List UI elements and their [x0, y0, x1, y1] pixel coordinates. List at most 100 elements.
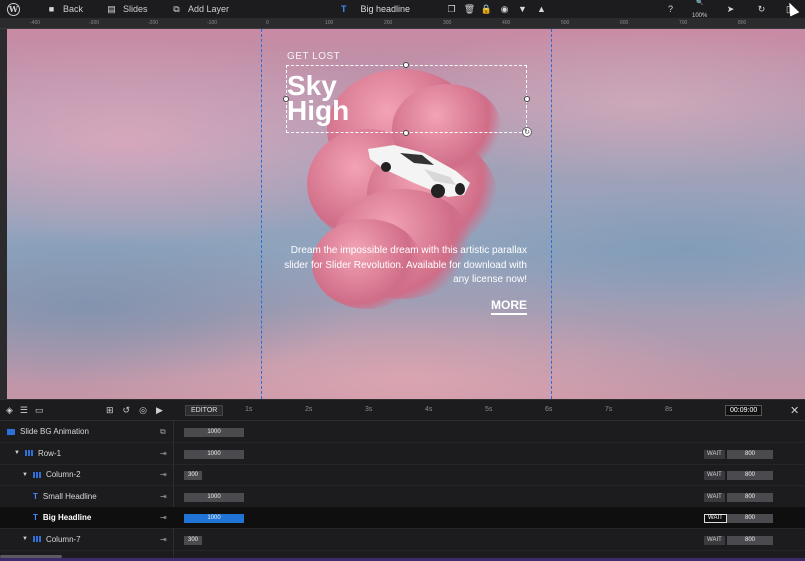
- wordpress-logo[interactable]: W: [7, 0, 20, 18]
- animation-bar[interactable]: 1000: [184, 449, 244, 459]
- text-layer-icon: T: [33, 491, 38, 501]
- resize-handle-left[interactable]: [283, 96, 289, 102]
- jump-to-end-icon[interactable]: ⇥: [160, 513, 167, 522]
- timeline-tick: 7s: [605, 406, 613, 413]
- resize-handle-right[interactable]: [524, 96, 530, 102]
- small-headline[interactable]: GET LOST: [287, 51, 340, 62]
- timeline-tick: 5s: [485, 406, 493, 413]
- slides-label: Slides: [123, 4, 148, 14]
- list-icon[interactable]: ☰: [20, 405, 28, 416]
- ruler-tick: 400: [502, 20, 511, 26]
- resize-handle-bottom[interactable]: [403, 130, 409, 136]
- animation-bar[interactable]: 300: [184, 471, 202, 480]
- animation-bar[interactable]: 1000: [184, 428, 244, 437]
- close-icon[interactable]: ✕: [790, 404, 799, 417]
- wait-badge[interactable]: WAIT: [704, 535, 725, 545]
- timeline-row[interactable]: ▼ Column-2 ⇥ 300 WAIT 800: [0, 464, 805, 486]
- caret-down-icon[interactable]: ▼: [14, 450, 20, 456]
- wait-badge[interactable]: WAIT: [704, 449, 725, 459]
- end-animation-bar[interactable]: 800: [727, 514, 773, 523]
- layer-settings-icon[interactable]: ⧉: [160, 427, 166, 437]
- selected-layer-name[interactable]: T Big headline: [341, 0, 410, 18]
- animation-bar[interactable]: 1000: [184, 514, 244, 523]
- ruler-tick: 300: [443, 20, 452, 26]
- help-button[interactable]: ?: [665, 0, 676, 18]
- duplicate-icon: ❐: [447, 3, 456, 14]
- timeline-row-label[interactable]: Slide BG Animation: [7, 427, 89, 436]
- timeline-tick: 1s: [245, 406, 253, 413]
- end-animation-bar[interactable]: 800: [727, 535, 773, 545]
- jump-to-end-icon[interactable]: ⇥: [160, 535, 167, 544]
- caret-down-icon[interactable]: ▼: [22, 472, 28, 478]
- wait-badge[interactable]: WAIT: [704, 492, 725, 502]
- cursor-icon: ➤: [726, 3, 735, 14]
- timeline-row-label[interactable]: ▼ Column-7: [22, 535, 81, 544]
- more-link[interactable]: MORE: [491, 298, 527, 315]
- wait-badge[interactable]: WAIT: [704, 514, 727, 523]
- ruler-tick: 800: [738, 20, 747, 26]
- target-icon[interactable]: ◎: [139, 405, 147, 416]
- add-layer-button[interactable]: ⧉ Add Layer: [171, 0, 229, 18]
- play-icon[interactable]: ▶: [156, 405, 163, 416]
- current-time-display[interactable]: 00:09:00: [725, 405, 763, 416]
- car-image: [368, 145, 470, 198]
- timeline-row-label[interactable]: ▼ Column-2: [22, 470, 81, 479]
- end-animation-bar[interactable]: 800: [727, 492, 773, 502]
- timeline-tick: 6s: [545, 406, 553, 413]
- text-layer-icon: T: [33, 513, 38, 522]
- pointer-tool-button[interactable]: ➤: [725, 0, 736, 18]
- move-down-button[interactable]: ▼: [517, 0, 528, 18]
- add-layer-label: Add Layer: [188, 4, 230, 14]
- editor-button[interactable]: EDITOR: [185, 405, 224, 416]
- jump-to-end-icon[interactable]: ⇥: [160, 492, 167, 501]
- timeline-row[interactable]: ▼ Row-1 ⇥ 1000 WAIT 800: [0, 443, 805, 465]
- animation-bar[interactable]: 1000: [184, 492, 244, 502]
- ruler-tick: 0: [266, 20, 269, 26]
- folder-icon[interactable]: ▭: [35, 405, 44, 416]
- chevron-up-icon: ▲: [537, 4, 546, 14]
- timeline-row[interactable]: T Small Headline ⇥ 1000 WAIT 800: [0, 486, 805, 508]
- jump-to-end-icon[interactable]: ⇥: [160, 470, 167, 479]
- undo-button[interactable]: ↻: [756, 0, 767, 18]
- delete-button[interactable]: 🗑: [464, 0, 475, 18]
- animation-bar[interactable]: 300: [184, 535, 202, 545]
- left-grid-guide: [261, 29, 262, 399]
- timeline-row[interactable]: Slide BG Animation ⧉ 1000: [0, 421, 805, 443]
- back-button[interactable]: ■ Back: [46, 0, 83, 18]
- layer-name: Big Headline: [42, 513, 92, 522]
- end-animation-bar[interactable]: 800: [727, 471, 773, 480]
- move-up-button[interactable]: ▲: [536, 0, 547, 18]
- caret-down-icon[interactable]: ▼: [22, 536, 28, 542]
- timeline-row-label[interactable]: T Big Headline: [33, 513, 91, 522]
- visibility-button[interactable]: ◉: [499, 0, 510, 18]
- zoom-control[interactable]: 🔍 100%: [692, 0, 707, 19]
- slider-editor-app: W ■ Back ▤ Slides ⧉ Add Layer T Big head…: [0, 0, 805, 561]
- end-animation-bar[interactable]: 800: [727, 449, 773, 459]
- selection-box[interactable]: [286, 65, 527, 133]
- timeline-row[interactable]: T Big Headline ⇥ 1000 WAIT 800: [0, 507, 805, 529]
- horizontal-ruler: -400 -300 -200 -100 0 100 200 300 400 500 600 700 80…: [0, 18, 805, 29]
- right-grid-guide: [551, 29, 552, 399]
- jump-to-end-icon[interactable]: ⇥: [160, 449, 167, 458]
- rotate-handle-icon[interactable]: ↻: [522, 127, 532, 137]
- lock-button[interactable]: 🔒: [481, 0, 492, 18]
- layer-name: Small Headline: [42, 491, 97, 501]
- slide-description[interactable]: Dream the impossible dream with this art…: [277, 244, 527, 288]
- timeline-row[interactable]: ▼ Column-7 ⇥ 300 WAIT 800: [0, 529, 805, 551]
- eye-icon: ◉: [500, 3, 509, 14]
- back-label: Back: [63, 4, 84, 14]
- duplicate-button[interactable]: ❐: [446, 0, 457, 18]
- layers-icon[interactable]: ◈: [6, 405, 13, 416]
- top-toolbar: W ■ Back ▤ Slides ⧉ Add Layer T Big head…: [0, 0, 805, 19]
- loop-icon[interactable]: ↺: [123, 405, 131, 416]
- slide-canvas[interactable]: GET LOST Sky High ↻ Dream the impossible…: [7, 29, 805, 399]
- ruler-tick: -300: [89, 20, 100, 26]
- slides-button[interactable]: ▤ Slides: [106, 0, 148, 18]
- resize-handle-top[interactable]: [403, 62, 409, 68]
- wait-badge[interactable]: WAIT: [704, 471, 725, 480]
- slide-bg-icon: [7, 428, 15, 435]
- timeline-row-label[interactable]: T Small Headline: [33, 492, 97, 501]
- timeline-row-label[interactable]: ▼ Row-1: [14, 449, 61, 458]
- ruler-tick: 100: [325, 20, 334, 26]
- grid-icon[interactable]: ⊞: [106, 405, 114, 416]
